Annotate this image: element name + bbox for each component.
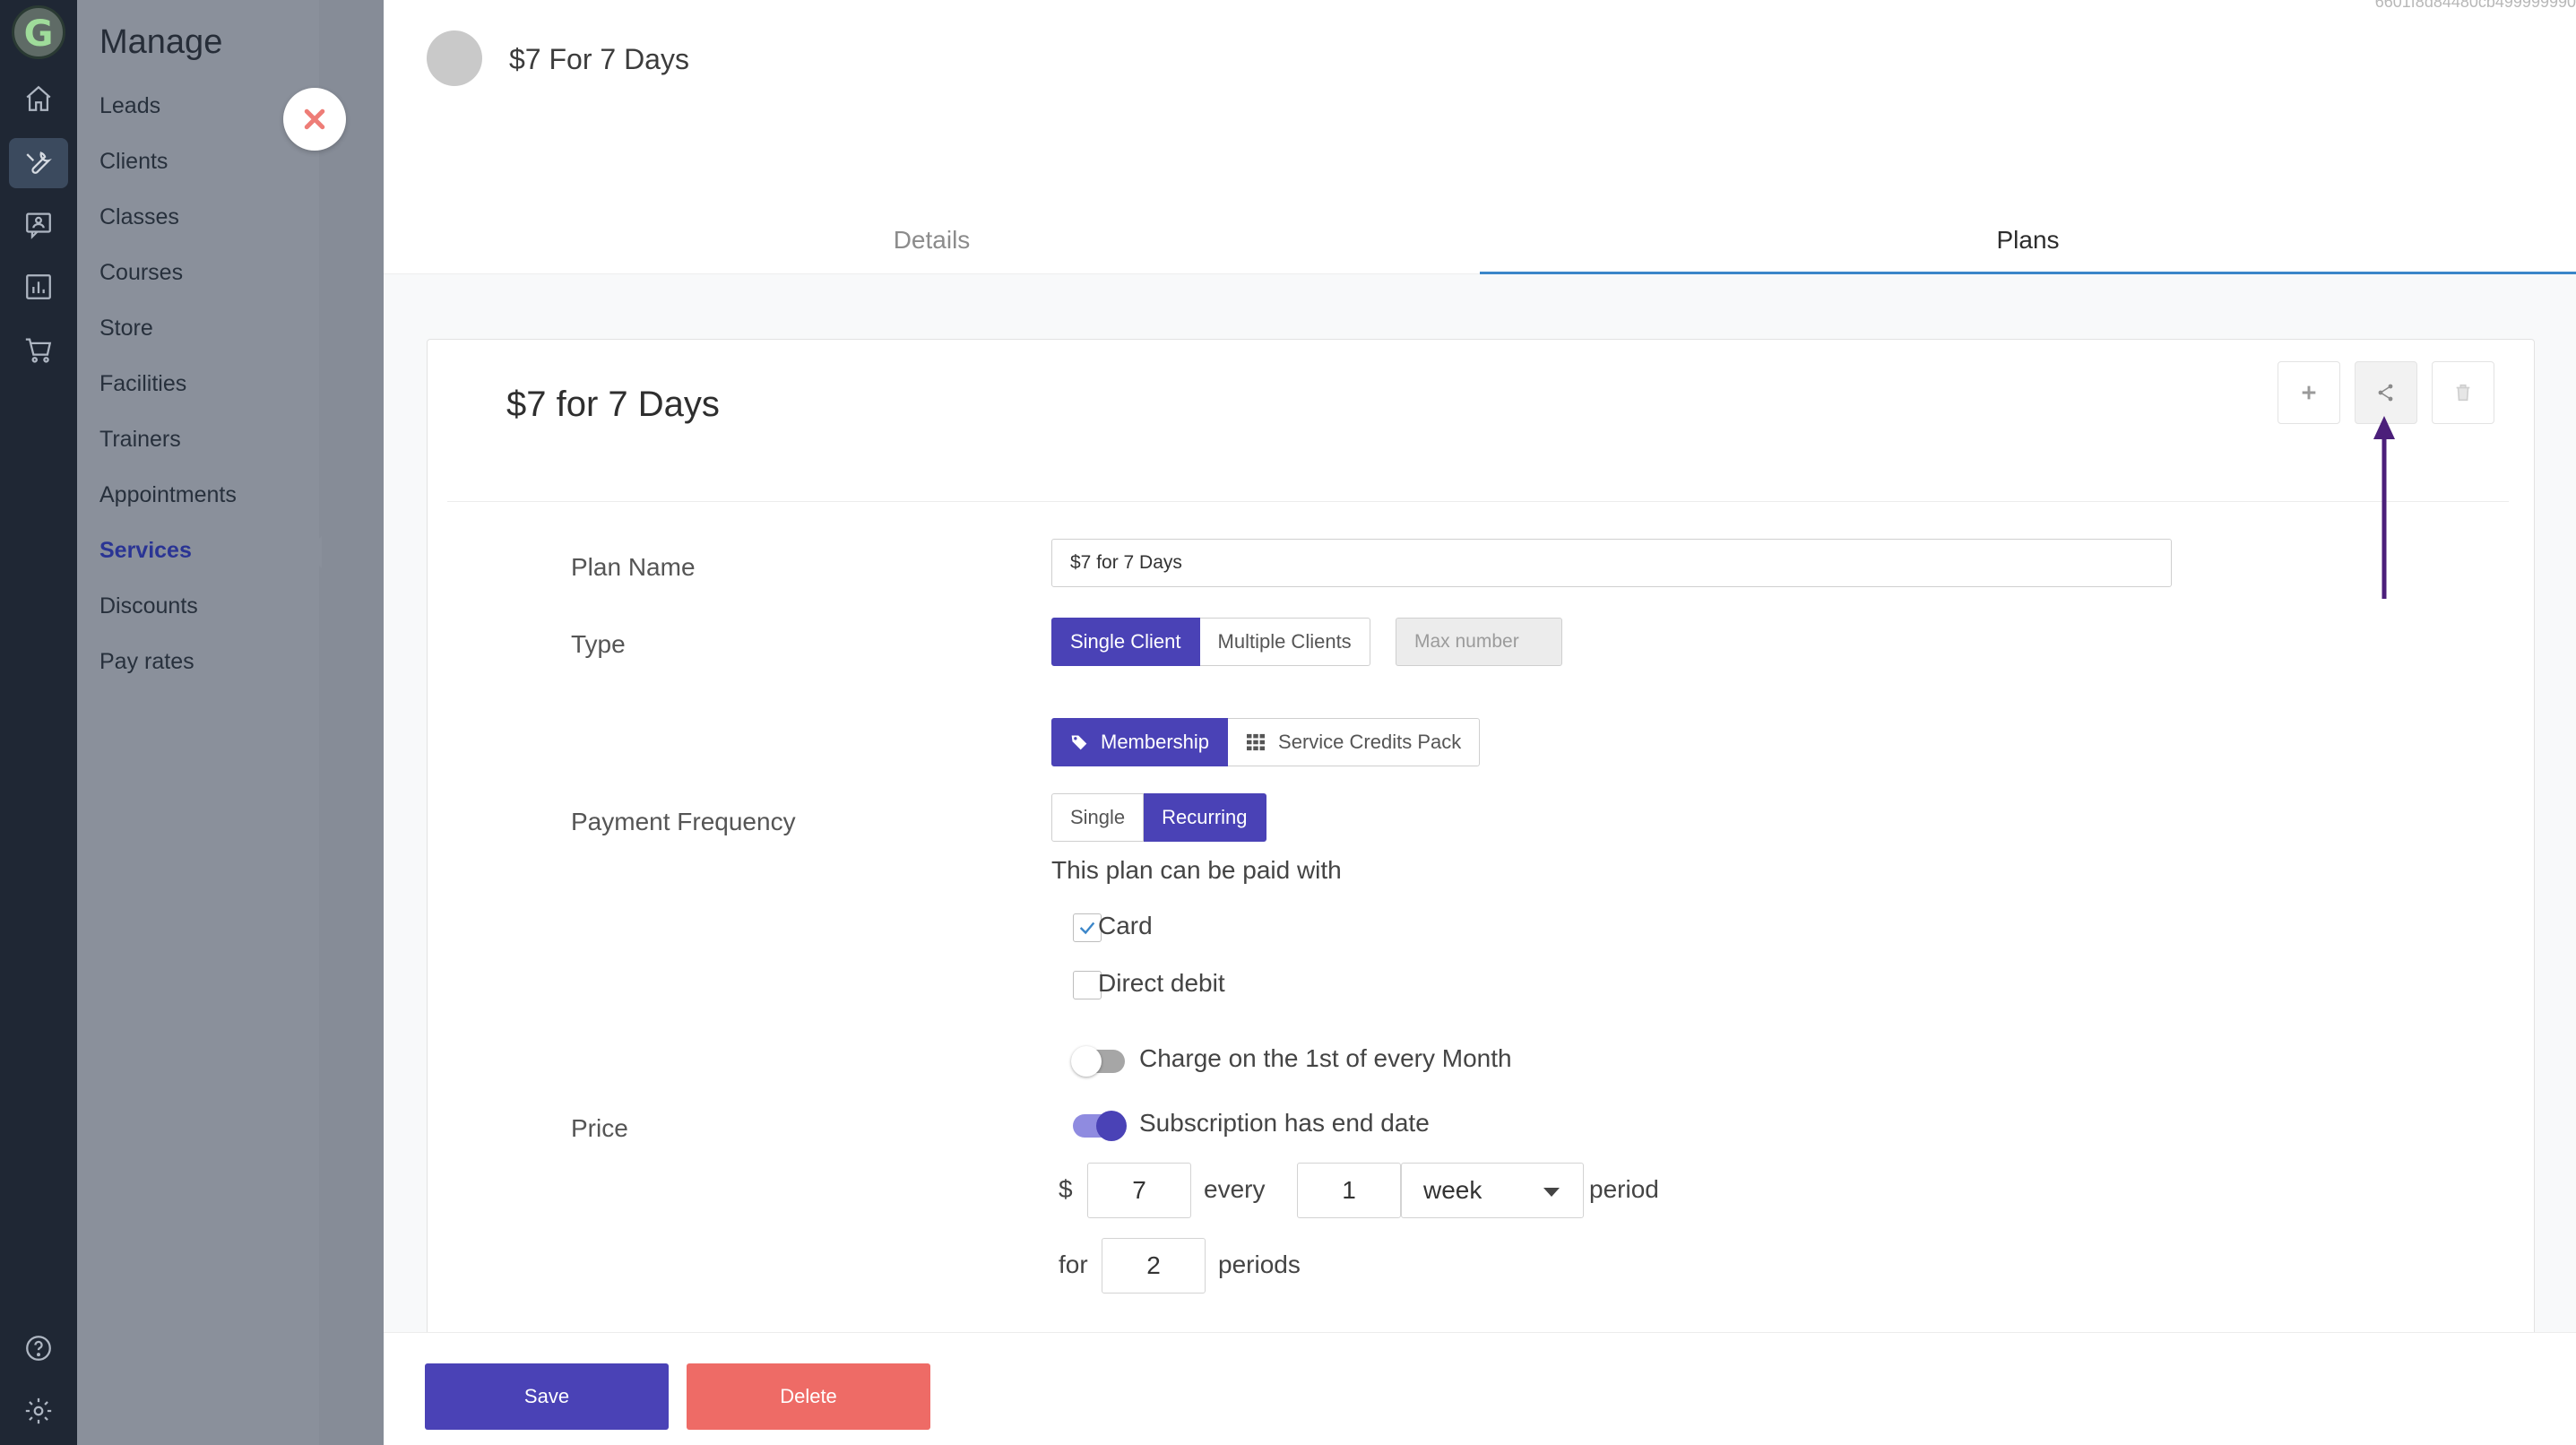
sidebar-item-appointments[interactable]: Appointments — [99, 482, 237, 508]
period-unit-select[interactable]: week — [1401, 1163, 1584, 1218]
membership-label: Membership — [1101, 731, 1210, 753]
tab-plans[interactable]: Plans — [1480, 210, 2576, 274]
period-unit-value: week — [1423, 1176, 1482, 1204]
annotation-arrow — [2373, 416, 2395, 599]
manage-sidebar: Manage Leads Clients Classes Courses Sto… — [77, 0, 384, 1445]
close-button[interactable] — [283, 88, 346, 151]
active-indicator — [306, 536, 322, 568]
main-panel: 6601f8d84480cb499999990 $7 For 7 Days De… — [384, 0, 2576, 1445]
sidebar-item-store[interactable]: Store — [99, 316, 153, 342]
plan-kind-segment: Membership Service Credits Pack — [1051, 718, 1481, 766]
sidebar-item-classes[interactable]: Classes — [99, 204, 179, 230]
cart-icon[interactable] — [9, 324, 68, 375]
price-label: Price — [571, 1114, 628, 1142]
paid-with-text: This plan can be paid with — [1051, 856, 1342, 884]
grid-icon — [1247, 733, 1266, 751]
sidebar-item-facilities[interactable]: Facilities — [99, 371, 186, 397]
page-title: $7 For 7 Days — [509, 43, 689, 75]
save-button[interactable]: Save — [425, 1363, 669, 1430]
sidebar-shadow — [319, 0, 384, 1445]
end-date-toggle[interactable] — [1073, 1111, 1127, 1141]
tab-bar: Details Plans — [384, 210, 2576, 274]
for-text: for — [1059, 1250, 1088, 1278]
plan-name-input[interactable]: $7 for 7 Days — [1051, 539, 2172, 587]
check-icon — [1079, 922, 1095, 935]
charge-first-toggle[interactable] — [1071, 1046, 1125, 1077]
share-icon — [2378, 384, 2393, 402]
periods-text: periods — [1218, 1250, 1301, 1278]
type-single-client-button[interactable]: Single Client — [1051, 618, 1200, 666]
service-avatar — [427, 30, 482, 86]
footer-bar: Save Delete — [384, 1332, 2576, 1445]
frequency-single-button[interactable]: Single — [1051, 793, 1145, 842]
price-amount-input[interactable]: 7 — [1087, 1163, 1191, 1218]
service-credits-pack-button[interactable]: Service Credits Pack — [1228, 718, 1481, 766]
tools-icon[interactable] — [9, 138, 68, 188]
card-label: Card — [1098, 912, 1153, 939]
sidebar-item-clients[interactable]: Clients — [99, 149, 168, 175]
period-text: period — [1589, 1175, 1659, 1203]
sidebar-title: Manage — [99, 23, 223, 61]
end-date-label: Subscription has end date — [1139, 1109, 1430, 1137]
toggle-knob — [1071, 1046, 1102, 1077]
max-number-input[interactable]: Max number — [1396, 618, 1562, 666]
icon-rail: G — [0, 0, 77, 1445]
card-divider — [447, 501, 2509, 502]
toggle-knob — [1096, 1111, 1127, 1141]
type-label: Type — [571, 630, 626, 658]
sidebar-item-courses[interactable]: Courses — [99, 260, 183, 286]
sidebar-item-discounts[interactable]: Discounts — [99, 593, 198, 619]
every-text: every — [1204, 1175, 1266, 1203]
delete-button[interactable]: Delete — [687, 1363, 930, 1430]
close-icon — [304, 108, 325, 130]
type-multiple-clients-button[interactable]: Multiple Clients — [1199, 618, 1370, 666]
tab-details[interactable]: Details — [384, 210, 1480, 274]
frequency-recurring-button[interactable]: Recurring — [1144, 793, 1266, 842]
sidebar-item-pay-rates[interactable]: Pay rates — [99, 649, 194, 675]
charge-first-label: Charge on the 1st of every Month — [1139, 1044, 1512, 1072]
record-id: 6601f8d84480cb499999990 — [2374, 0, 2576, 11]
gear-icon[interactable] — [9, 1386, 68, 1436]
plus-icon — [2302, 385, 2316, 400]
home-icon[interactable] — [9, 74, 68, 124]
direct-debit-label: Direct debit — [1098, 969, 1225, 997]
service-credits-pack-label: Service Credits Pack — [1278, 731, 1462, 753]
trash-icon — [2456, 384, 2470, 402]
tag-icon — [1071, 735, 1087, 750]
interval-input[interactable]: 1 — [1297, 1163, 1401, 1218]
sidebar-item-leads[interactable]: Leads — [99, 93, 160, 119]
frequency-segment: Single Recurring — [1051, 793, 1266, 842]
sidebar-item-trainers[interactable]: Trainers — [99, 427, 181, 453]
add-plan-button[interactable] — [2278, 361, 2340, 424]
sidebar-item-services[interactable]: Services — [99, 538, 192, 564]
currency-symbol: $ — [1059, 1175, 1073, 1203]
reports-icon[interactable] — [9, 262, 68, 312]
messages-icon[interactable] — [9, 199, 68, 249]
type-segment: Single Client Multiple Clients — [1051, 618, 1370, 666]
periods-count-input[interactable]: 2 — [1102, 1238, 1206, 1294]
plan-card: $7 for 7 Days Plan Name $7 for 7 Days Ty… — [427, 339, 2535, 1343]
app-logo[interactable]: G — [12, 5, 65, 59]
delete-plan-button[interactable] — [2432, 361, 2494, 424]
help-icon[interactable] — [9, 1323, 68, 1373]
payment-frequency-label: Payment Frequency — [571, 808, 796, 835]
membership-button[interactable]: Membership — [1051, 718, 1229, 766]
plan-title: $7 for 7 Days — [506, 385, 720, 424]
plan-name-label: Plan Name — [571, 553, 696, 581]
chevron-down-icon — [1543, 1188, 1560, 1197]
